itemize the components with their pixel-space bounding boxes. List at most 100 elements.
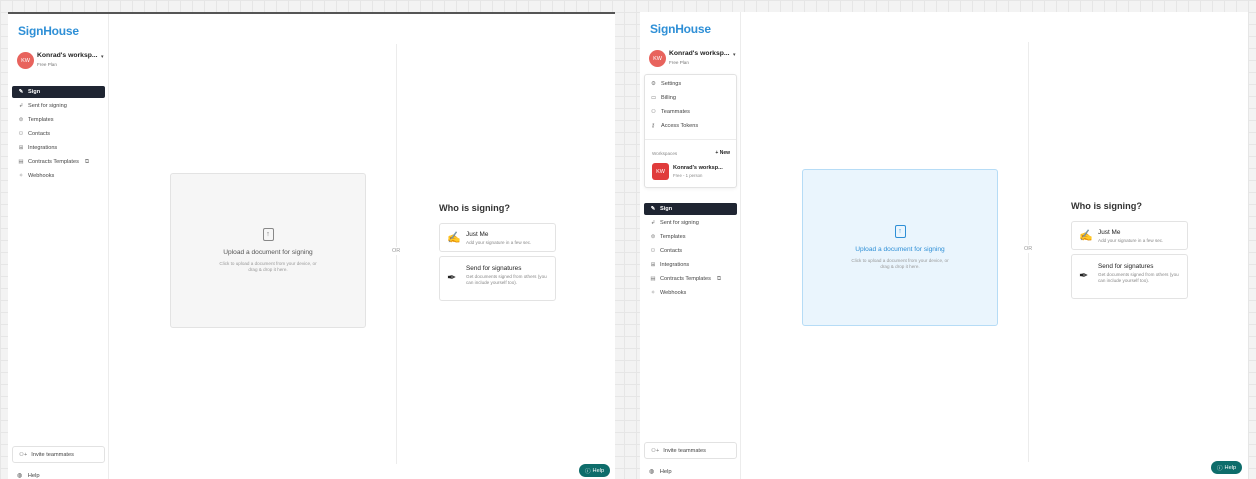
sidebar-item-label: Sent for signing <box>28 103 67 109</box>
gear-icon: ⚙ <box>651 81 657 87</box>
invite-teammates-button[interactable]: ⚇+ Invite teammates <box>644 442 737 459</box>
or-label: OR <box>1024 245 1033 253</box>
invite-teammates-button[interactable]: ⚇+ Invite teammates <box>12 446 105 463</box>
menu-item-billing[interactable]: ▭ Billing <box>651 95 676 101</box>
help-circle-icon: ⓘ <box>1216 465 1223 472</box>
menu-item-label: Access Tokens <box>661 123 699 129</box>
menu-item-access-tokens[interactable]: ⚷ Access Tokens <box>651 123 698 129</box>
upload-dropzone[interactable]: ↑ Upload a document for signing Click to… <box>802 169 998 326</box>
workspaces-label: Workspaces <box>652 151 678 156</box>
pen-icon: ✎ <box>650 206 656 212</box>
signature-icon: ✍ <box>447 232 461 244</box>
chevron-down-icon: ▾ <box>733 52 736 58</box>
workspace-plan: Free Plan <box>669 60 689 65</box>
pen-icon: ✎ <box>18 89 24 95</box>
chevron-down-icon: ▾ <box>101 54 104 60</box>
send-icon: ↲ <box>650 220 656 226</box>
card-icon: ▭ <box>651 95 657 101</box>
upload-file-icon: ↑ <box>894 224 906 238</box>
upload-subtitle: Click to upload a document from your dev… <box>219 260 317 272</box>
grid-icon: ⊞ <box>650 262 656 268</box>
sidebar-item-templates[interactable]: ⊜ Templates <box>644 231 737 243</box>
help-button[interactable]: ⓘ Help <box>1211 461 1242 474</box>
brand-logo[interactable]: SignHouse <box>650 22 711 36</box>
pen-icon: ✒ <box>1079 270 1089 282</box>
template-icon: ⊜ <box>650 234 656 240</box>
upload-subtitle: Click to upload a document from your dev… <box>851 257 949 269</box>
help-link[interactable]: ◍ Help <box>17 473 40 479</box>
send-icon: ↲ <box>18 103 24 109</box>
sidebar-item-templates[interactable]: ⊜ Templates <box>12 114 105 126</box>
team-icon: ⚇ <box>651 109 657 115</box>
sidebar-item-label: Integrations <box>660 262 690 268</box>
help-label: Help <box>27 473 40 479</box>
help-label: Help <box>659 469 672 475</box>
webhook-icon: ✧ <box>650 290 656 296</box>
sidebar: SignHouse KW Konrad's worksp... Free Pla… <box>640 12 741 479</box>
sidebar-item-label: Contacts <box>660 248 683 254</box>
or-label: OR <box>392 247 401 255</box>
send-for-signatures-option[interactable]: ✒ Send for signatures Get documents sign… <box>439 256 556 301</box>
avatar: KW <box>649 50 666 67</box>
option-title: Send for signatures <box>1098 263 1154 270</box>
just-me-option[interactable]: ✍ Just Me Add your signature in a few se… <box>439 223 556 252</box>
key-icon: ⚷ <box>651 123 656 129</box>
upload-title: Upload a document for signing <box>223 248 313 256</box>
workspace-switcher[interactable]: KW Konrad's worksp... Free Plan ▾ <box>649 49 739 69</box>
option-title: Just Me <box>466 231 489 238</box>
help-circle-icon: ⓘ <box>584 468 591 475</box>
help-button-label: Help <box>592 467 605 474</box>
sidebar-item-contracts-templates[interactable]: ▤ Contracts Templates ⧉ <box>644 273 737 285</box>
invite-label: Invite teammates <box>31 451 74 458</box>
sidebar-item-sent-for-signing[interactable]: ↲ Sent for signing <box>644 217 737 229</box>
sidebar-item-contracts-templates[interactable]: ▤ Contracts Templates ⧉ <box>12 156 105 168</box>
sidebar-item-sign[interactable]: ✎ Sign <box>644 203 737 215</box>
sidebar-item-integrations[interactable]: ⊞ Integrations <box>12 142 105 154</box>
webhook-icon: ✧ <box>18 173 24 179</box>
sidebar-item-contacts[interactable]: ⚇ Contacts <box>12 128 105 140</box>
help-button[interactable]: ⓘ Help <box>579 464 610 477</box>
menu-item-label: Teammates <box>661 109 690 115</box>
sidebar-item-contacts[interactable]: ⚇ Contacts <box>644 245 737 257</box>
menu-item-label: Billing <box>661 95 676 101</box>
sidebar-item-label: Templates <box>660 234 686 240</box>
sidebar-item-label: Contracts Templates <box>28 159 79 165</box>
add-user-icon: ⚇+ <box>19 451 28 458</box>
menu-workspace-name[interactable]: Konrad's worksp... <box>673 165 723 171</box>
sidebar-item-webhooks[interactable]: ✧ Webhooks <box>644 287 737 299</box>
workspace-name: Konrad's worksp... <box>669 50 730 57</box>
sidebar-item-label: Webhooks <box>660 290 687 296</box>
pen-icon: ✒ <box>447 272 457 284</box>
option-description: Get documents signed from others (you ca… <box>1098 272 1179 284</box>
workspace-switcher[interactable]: KW Konrad's worksp... Free Plan ▾ <box>17 51 107 71</box>
signing-title: Who is signing? <box>439 203 510 213</box>
sidebar-item-label: Sign <box>28 89 41 95</box>
sidebar-item-sent-for-signing[interactable]: ↲ Sent for signing <box>12 100 105 112</box>
sidebar-item-label: Integrations <box>28 145 58 151</box>
workspace-avatar: KW <box>652 163 669 180</box>
help-link[interactable]: ◍ Help <box>649 469 672 475</box>
option-title: Just Me <box>1098 229 1121 236</box>
option-description: Add your signature in a few sec. <box>466 240 532 245</box>
just-me-option[interactable]: ✍ Just Me Add your signature in a few se… <box>1071 221 1188 250</box>
upload-dropzone[interactable]: ↑ Upload a document for signing Click to… <box>170 173 366 328</box>
brand-logo[interactable]: SignHouse <box>18 24 79 38</box>
sidebar-item-label: Contacts <box>28 131 51 137</box>
sidebar-item-webhooks[interactable]: ✧ Webhooks <box>12 170 105 182</box>
signing-title: Who is signing? <box>1071 201 1142 211</box>
sidebar-item-sign[interactable]: ✎ Sign <box>12 86 105 98</box>
option-description: Add your signature in a few sec. <box>1098 238 1164 243</box>
workspace-plan: Free Plan <box>37 62 57 67</box>
contacts-icon: ⚇ <box>18 131 24 137</box>
sidebar-item-integrations[interactable]: ⊞ Integrations <box>644 259 737 271</box>
template-icon: ⊜ <box>18 117 24 123</box>
document-icon: ▤ <box>650 276 656 282</box>
new-workspace-button[interactable]: + New <box>715 150 730 156</box>
menu-item-teammates[interactable]: ⚇ Teammates <box>651 109 690 115</box>
option-description: Get documents signed from others (you ca… <box>466 274 547 286</box>
menu-item-settings[interactable]: ⚙ Settings <box>651 81 681 87</box>
send-for-signatures-option[interactable]: ✒ Send for signatures Get documents sign… <box>1071 254 1188 299</box>
sidebar-item-label: Sent for signing <box>660 220 699 226</box>
help-icon: ◍ <box>649 469 655 475</box>
help-button-label: Help <box>1224 464 1237 471</box>
